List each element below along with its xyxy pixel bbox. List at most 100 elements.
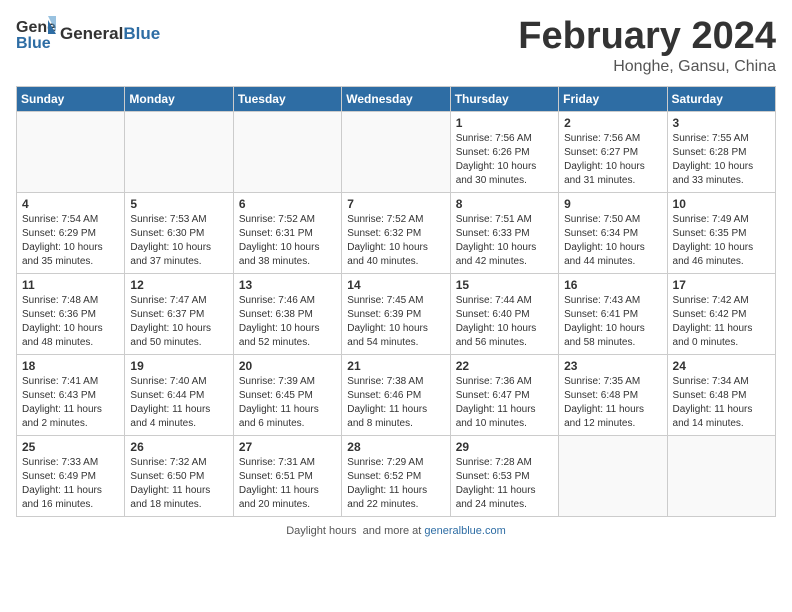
- svg-text:Blue: Blue: [16, 35, 51, 52]
- day-number: 8: [456, 197, 553, 211]
- day-number: 27: [239, 440, 336, 454]
- day-number: 2: [564, 116, 661, 130]
- day-info: Sunrise: 7:42 AM Sunset: 6:42 PM Dayligh…: [673, 294, 770, 350]
- day-number: 29: [456, 440, 553, 454]
- logo-icon: General Blue: [16, 16, 56, 52]
- calendar-day-header: Sunday: [17, 86, 125, 111]
- calendar-cell: 1 Sunrise: 7:56 AM Sunset: 6:26 PM Daylig…: [450, 111, 558, 192]
- calendar-cell: 20Sunrise: 7:39 AM Sunset: 6:45 PM Dayli…: [233, 354, 341, 435]
- day-info: Sunrise: 7:54 AM Sunset: 6:29 PM Dayligh…: [22, 213, 119, 269]
- footer-link[interactable]: generalblue.com: [424, 525, 505, 537]
- title-area: February 2024 Honghe, Gansu, China: [518, 16, 776, 76]
- day-info: Sunrise: 7:47 AM Sunset: 6:37 PM Dayligh…: [130, 294, 227, 350]
- calendar-cell: [559, 435, 667, 516]
- calendar-cell: 28Sunrise: 7:29 AM Sunset: 6:52 PM Dayli…: [342, 435, 450, 516]
- calendar-day-header: Thursday: [450, 86, 558, 111]
- calendar-week-row: 11 Sunrise: 7:48 AM Sunset: 6:36 PM Dayli…: [17, 273, 776, 354]
- calendar-day-header: Saturday: [667, 86, 775, 111]
- calendar-week-row: 4 Sunrise: 7:54 AM Sunset: 6:29 PM Daylig…: [17, 192, 776, 273]
- calendar-cell: 10 Sunrise: 7:49 AM Sunset: 6:35 PM Dayli…: [667, 192, 775, 273]
- calendar-day-header: Monday: [125, 86, 233, 111]
- day-number: 12: [130, 278, 227, 292]
- calendar-header-row: SundayMondayTuesdayWednesdayThursdayFrid…: [17, 86, 776, 111]
- calendar-cell: 19 Sunrise: 7:40 AM Sunset: 6:44 PM Dayli…: [125, 354, 233, 435]
- day-number: 4: [22, 197, 119, 211]
- day-number: 6: [239, 197, 336, 211]
- calendar-cell: 21Sunrise: 7:38 AM Sunset: 6:46 PM Dayli…: [342, 354, 450, 435]
- calendar-cell: 9 Sunrise: 7:50 AM Sunset: 6:34 PM Daylig…: [559, 192, 667, 273]
- day-number: 25: [22, 440, 119, 454]
- calendar-cell: 3Sunrise: 7:55 AM Sunset: 6:28 PM Daylig…: [667, 111, 775, 192]
- calendar-cell: 12 Sunrise: 7:47 AM Sunset: 6:37 PM Dayli…: [125, 273, 233, 354]
- day-info: Sunrise: 7:46 AM Sunset: 6:38 PM Dayligh…: [239, 294, 336, 350]
- calendar-cell: 2 Sunrise: 7:56 AM Sunset: 6:27 PM Daylig…: [559, 111, 667, 192]
- calendar-day-header: Tuesday: [233, 86, 341, 111]
- calendar-table: SundayMondayTuesdayWednesdayThursdayFrid…: [16, 86, 776, 517]
- day-info: Sunrise: 7:56 AM Sunset: 6:27 PM Dayligh…: [564, 132, 661, 188]
- calendar-cell: [233, 111, 341, 192]
- day-info: Sunrise: 7:49 AM Sunset: 6:35 PM Dayligh…: [673, 213, 770, 269]
- calendar-cell: 26 Sunrise: 7:32 AM Sunset: 6:50 PM Dayli…: [125, 435, 233, 516]
- logo-blue: Blue: [123, 24, 160, 43]
- day-number: 13: [239, 278, 336, 292]
- day-info: Sunrise: 7:29 AM Sunset: 6:52 PM Dayligh…: [347, 456, 444, 512]
- footer: Daylight hours and more at generalblue.c…: [16, 525, 776, 537]
- calendar-day-header: Wednesday: [342, 86, 450, 111]
- day-info: Sunrise: 7:34 AM Sunset: 6:48 PM Dayligh…: [673, 375, 770, 431]
- day-info: Sunrise: 7:51 AM Sunset: 6:33 PM Dayligh…: [456, 213, 553, 269]
- calendar-cell: 15Sunrise: 7:44 AM Sunset: 6:40 PM Dayli…: [450, 273, 558, 354]
- day-number: 16: [564, 278, 661, 292]
- day-info: Sunrise: 7:28 AM Sunset: 6:53 PM Dayligh…: [456, 456, 553, 512]
- calendar-cell: 4 Sunrise: 7:54 AM Sunset: 6:29 PM Daylig…: [17, 192, 125, 273]
- day-number: 18: [22, 359, 119, 373]
- calendar-week-row: 25Sunrise: 7:33 AM Sunset: 6:49 PM Dayli…: [17, 435, 776, 516]
- logo: General Blue GeneralBlue: [16, 16, 160, 52]
- day-info: Sunrise: 7:32 AM Sunset: 6:50 PM Dayligh…: [130, 456, 227, 512]
- day-number: 23: [564, 359, 661, 373]
- day-info: Sunrise: 7:41 AM Sunset: 6:43 PM Dayligh…: [22, 375, 119, 431]
- calendar-cell: 11 Sunrise: 7:48 AM Sunset: 6:36 PM Dayli…: [17, 273, 125, 354]
- day-info: Sunrise: 7:40 AM Sunset: 6:44 PM Dayligh…: [130, 375, 227, 431]
- day-number: 10: [673, 197, 770, 211]
- calendar-cell: 23 Sunrise: 7:35 AM Sunset: 6:48 PM Dayli…: [559, 354, 667, 435]
- day-number: 22: [456, 359, 553, 373]
- calendar-cell: 22 Sunrise: 7:36 AM Sunset: 6:47 PM Dayli…: [450, 354, 558, 435]
- day-info: Sunrise: 7:50 AM Sunset: 6:34 PM Dayligh…: [564, 213, 661, 269]
- day-info: Sunrise: 7:52 AM Sunset: 6:31 PM Dayligh…: [239, 213, 336, 269]
- calendar-cell: 25Sunrise: 7:33 AM Sunset: 6:49 PM Dayli…: [17, 435, 125, 516]
- calendar-week-row: 18 Sunrise: 7:41 AM Sunset: 6:43 PM Dayli…: [17, 354, 776, 435]
- footer-text: Daylight hours: [286, 525, 356, 537]
- calendar-cell: [667, 435, 775, 516]
- calendar-cell: 17Sunrise: 7:42 AM Sunset: 6:42 PM Dayli…: [667, 273, 775, 354]
- calendar-cell: [17, 111, 125, 192]
- calendar-cell: 14 Sunrise: 7:45 AM Sunset: 6:39 PM Dayli…: [342, 273, 450, 354]
- calendar-title: February 2024: [518, 16, 776, 58]
- calendar-cell: 18 Sunrise: 7:41 AM Sunset: 6:43 PM Dayli…: [17, 354, 125, 435]
- calendar-week-row: 1 Sunrise: 7:56 AM Sunset: 6:26 PM Daylig…: [17, 111, 776, 192]
- day-number: 11: [22, 278, 119, 292]
- header: General Blue GeneralBlue February 2024 H…: [16, 16, 776, 76]
- logo-general: General: [60, 24, 123, 43]
- calendar-cell: 7Sunrise: 7:52 AM Sunset: 6:32 PM Daylig…: [342, 192, 450, 273]
- calendar-cell: 29 Sunrise: 7:28 AM Sunset: 6:53 PM Dayli…: [450, 435, 558, 516]
- day-number: 1: [456, 116, 553, 130]
- day-info: Sunrise: 7:44 AM Sunset: 6:40 PM Dayligh…: [456, 294, 553, 350]
- day-info: Sunrise: 7:31 AM Sunset: 6:51 PM Dayligh…: [239, 456, 336, 512]
- day-number: 26: [130, 440, 227, 454]
- day-info: Sunrise: 7:36 AM Sunset: 6:47 PM Dayligh…: [456, 375, 553, 431]
- day-info: Sunrise: 7:35 AM Sunset: 6:48 PM Dayligh…: [564, 375, 661, 431]
- day-number: 5: [130, 197, 227, 211]
- day-info: Sunrise: 7:56 AM Sunset: 6:26 PM Dayligh…: [456, 132, 553, 188]
- day-info: Sunrise: 7:38 AM Sunset: 6:46 PM Dayligh…: [347, 375, 444, 431]
- day-number: 14: [347, 278, 444, 292]
- day-number: 19: [130, 359, 227, 373]
- day-info: Sunrise: 7:45 AM Sunset: 6:39 PM Dayligh…: [347, 294, 444, 350]
- day-info: Sunrise: 7:43 AM Sunset: 6:41 PM Dayligh…: [564, 294, 661, 350]
- day-number: 9: [564, 197, 661, 211]
- day-number: 20: [239, 359, 336, 373]
- day-info: Sunrise: 7:48 AM Sunset: 6:36 PM Dayligh…: [22, 294, 119, 350]
- day-number: 3: [673, 116, 770, 130]
- day-number: 7: [347, 197, 444, 211]
- calendar-cell: 13 Sunrise: 7:46 AM Sunset: 6:38 PM Dayli…: [233, 273, 341, 354]
- calendar-cell: 24Sunrise: 7:34 AM Sunset: 6:48 PM Dayli…: [667, 354, 775, 435]
